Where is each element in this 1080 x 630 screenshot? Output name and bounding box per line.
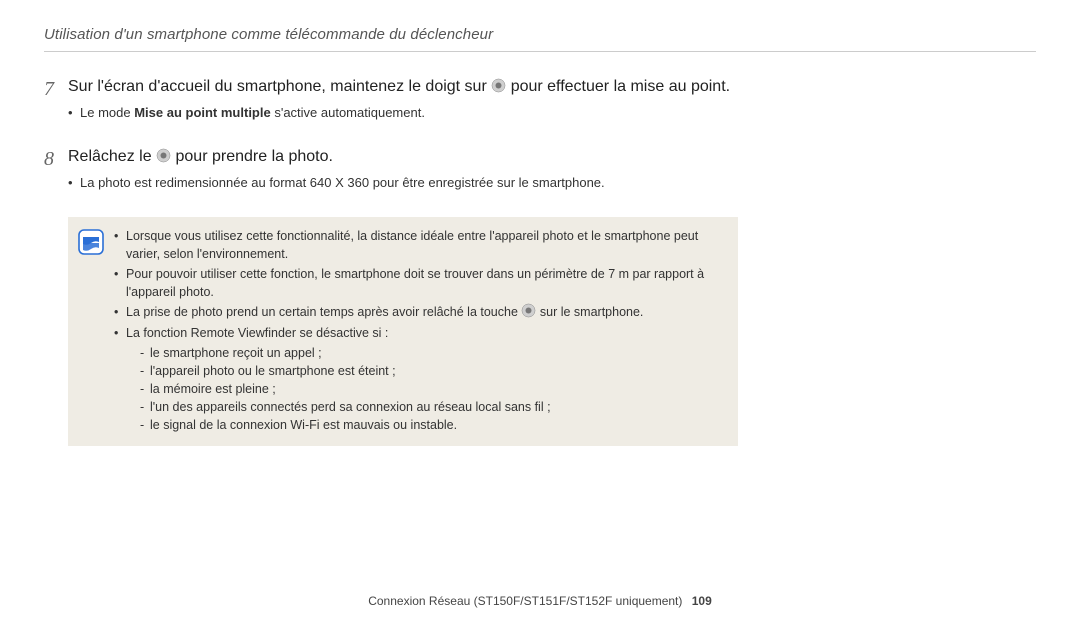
- note-item-text: La fonction Remote Viewfinder se désacti…: [126, 326, 388, 340]
- note-icon: [78, 229, 104, 255]
- step-8: 8 Relâchez le pour prendre la photo. La …: [44, 146, 1036, 206]
- step-text: Sur l'écran d'accueil du smartphone, mai…: [68, 76, 1036, 98]
- step-text: Relâchez le pour prendre la photo.: [68, 146, 1036, 168]
- step-bullets: Le mode Mise au point multiple s'active …: [68, 104, 1036, 123]
- note-item-pre: La prise de photo prend un certain temps…: [126, 305, 521, 319]
- page: Utilisation d'un smartphone comme téléco…: [0, 0, 1080, 630]
- bullet: La photo est redimensionnée au format 64…: [68, 174, 1036, 193]
- dash-item: l'un des appareils connectés perd sa con…: [140, 398, 724, 416]
- shutter-icon: [156, 148, 171, 163]
- step-text-after: pour effectuer la mise au point.: [511, 78, 730, 95]
- bullet-bold: Mise au point multiple: [134, 105, 271, 120]
- step-text-after: pour prendre la photo.: [176, 148, 333, 165]
- step-body: Sur l'écran d'accueil du smartphone, mai…: [68, 76, 1036, 136]
- step-number: 7: [44, 76, 68, 101]
- note-item-post: sur le smartphone.: [540, 305, 644, 319]
- shutter-icon: [521, 303, 536, 318]
- note-item: Pour pouvoir utiliser cette fonction, le…: [114, 265, 724, 301]
- dash-item: le smartphone reçoit un appel ;: [140, 344, 724, 362]
- footer: Connexion Réseau (ST150F/ST151F/ST152F u…: [0, 594, 1080, 608]
- step-number: 8: [44, 146, 68, 171]
- note-item: La prise de photo prend un certain temps…: [114, 303, 724, 321]
- bullet-post: s'active automatiquement.: [271, 105, 425, 120]
- step-7: 7 Sur l'écran d'accueil du smartphone, m…: [44, 76, 1036, 136]
- bullet: Le mode Mise au point multiple s'active …: [68, 104, 1036, 123]
- dash-item: le signal de la connexion Wi-Fi est mauv…: [140, 416, 724, 434]
- shutter-icon: [491, 78, 506, 93]
- note-item: La fonction Remote Viewfinder se désacti…: [114, 324, 724, 435]
- step-body: Relâchez le pour prendre la photo. La ph…: [68, 146, 1036, 206]
- bullet-pre: Le mode: [80, 105, 134, 120]
- step-text-before: Sur l'écran d'accueil du smartphone, mai…: [68, 78, 491, 95]
- divider: [44, 51, 1036, 52]
- step-text-before: Relâchez le: [68, 148, 156, 165]
- step-bullets: La photo est redimensionnée au format 64…: [68, 174, 1036, 193]
- dash-item: la mémoire est pleine ;: [140, 380, 724, 398]
- note-item: Lorsque vous utilisez cette fonctionnali…: [114, 227, 724, 263]
- page-title: Utilisation d'un smartphone comme téléco…: [44, 26, 1036, 47]
- dash-list: le smartphone reçoit un appel ; l'appare…: [126, 344, 724, 435]
- note-box: Lorsque vous utilisez cette fonctionnali…: [68, 217, 738, 446]
- page-number: 109: [692, 594, 712, 608]
- note-list: Lorsque vous utilisez cette fonctionnali…: [114, 227, 724, 436]
- dash-item: l'appareil photo ou le smartphone est ét…: [140, 362, 724, 380]
- bullet-pre: La photo est redimensionnée au format 64…: [80, 175, 605, 190]
- footer-text: Connexion Réseau (ST150F/ST151F/ST152F u…: [368, 594, 682, 608]
